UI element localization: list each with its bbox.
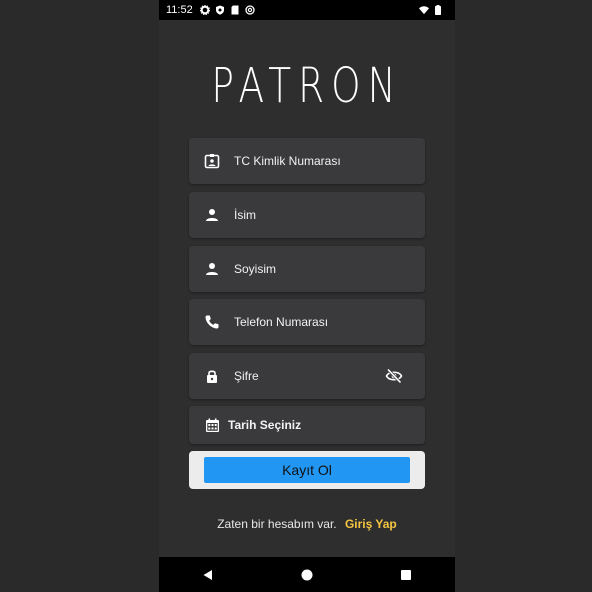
isim-input[interactable]: İsim (189, 192, 425, 238)
battery-icon (435, 5, 445, 15)
shield-icon (215, 5, 225, 15)
isim-placeholder: İsim (234, 208, 256, 222)
soyisim-placeholder: Soyisim (234, 262, 277, 276)
tc-kimlik-input[interactable]: TC Kimlik Numarası (189, 138, 425, 184)
recents-icon[interactable] (398, 567, 414, 583)
person-icon (204, 207, 220, 223)
date-picker[interactable]: Tarih Seçiniz (189, 406, 425, 444)
status-time: 11:52 (166, 4, 193, 16)
soyisim-input[interactable]: Soyisim (189, 246, 425, 292)
sim-card-icon (230, 5, 240, 15)
eye-off-icon[interactable] (385, 367, 403, 385)
login-prompt: Zaten bir hesabım var. Giriş Yap (159, 517, 455, 531)
login-prompt-text: Zaten bir hesabım var. (217, 517, 337, 531)
telefon-input[interactable]: Telefon Numarası (189, 299, 425, 345)
kayit-ol-button[interactable]: Kayıt Ol (204, 457, 410, 483)
telefon-placeholder: Telefon Numarası (234, 315, 329, 329)
sifre-placeholder: Şifre (234, 369, 259, 383)
back-icon[interactable] (200, 567, 216, 583)
id-badge-icon (204, 153, 220, 169)
tc-kimlik-placeholder: TC Kimlik Numarası (234, 154, 341, 168)
calendar-icon (205, 418, 220, 433)
giris-yap-link[interactable]: Giriş Yap (345, 517, 397, 531)
submit-container: Kayıt Ol (189, 451, 425, 489)
phone-screen: 11:52 PATRON TC Kimlik Numarası İsim Soy… (159, 0, 455, 592)
phone-icon (204, 314, 220, 330)
gear-icon (199, 5, 210, 15)
person-icon (204, 261, 220, 277)
sifre-input[interactable]: Şifre (189, 353, 425, 399)
wifi-icon (419, 5, 429, 15)
at-sign-icon (245, 5, 255, 15)
date-label: Tarih Seçiniz (228, 418, 302, 432)
status-bar: 11:52 (159, 0, 455, 20)
navigation-bar (159, 557, 455, 592)
lock-icon (204, 368, 220, 384)
home-icon[interactable] (299, 567, 315, 583)
app-logo: PATRON (211, 58, 403, 114)
